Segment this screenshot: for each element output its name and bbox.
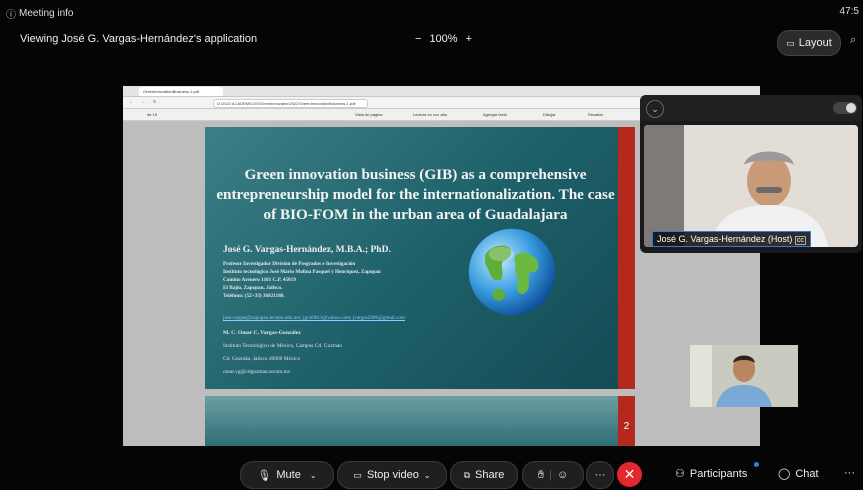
- coauthor-name: M. C. Omar C. Vargas-González: [223, 330, 301, 336]
- video-panel: ⌄ José G. Vargas-Hernández (Host) cc: [640, 95, 862, 253]
- author-name: José G. Vargas-Hernández, M.B.A.; PhD.: [223, 245, 391, 255]
- layout-icon: ▭: [786, 37, 795, 48]
- more-icon: ···: [594, 469, 606, 481]
- globe-image: [468, 228, 556, 316]
- participants-label: Participants: [689, 467, 748, 480]
- zoom-controls: − 100% +: [415, 33, 472, 45]
- participant-video-tile[interactable]: [690, 345, 798, 407]
- host-name-tag: José G. Vargas-Hernández (Host) cc: [652, 231, 811, 247]
- viewing-label: Viewing José G. Vargas-Hernández's appli…: [20, 33, 258, 45]
- layout-label: Layout: [798, 37, 832, 49]
- mute-button[interactable]: 🎙︎ Mute ⌄: [240, 461, 334, 489]
- chat-icon: ◯: [778, 468, 791, 480]
- coauthor-info-line: Instituto Tecnológico de México, Campus …: [223, 343, 342, 349]
- host-video-tile[interactable]: José G. Vargas-Hernández (Host) cc: [644, 125, 858, 247]
- panel-toggle[interactable]: [833, 102, 857, 114]
- stop-video-button[interactable]: ▭ Stop video ⌄: [337, 461, 447, 489]
- author-info-line: Instituto tecnológico José Mario Molina …: [223, 269, 381, 275]
- notification-dot: [754, 462, 759, 467]
- page-indicator: de 15: [147, 112, 158, 117]
- toolbar-item[interactable]: Lectura en voz alta: [413, 112, 447, 117]
- author-info-line: El Bajío, Zapopan, Jalisco.: [223, 285, 283, 291]
- participant-person-image: [690, 345, 798, 407]
- chevron-down-icon: ⌄: [423, 470, 431, 480]
- author-info-line: Profesor Investigador División de Posgra…: [223, 261, 356, 267]
- author-info-line: Teléfono: (52+33) 36821180.: [223, 293, 285, 299]
- coauthor-info-line: omar.vg@cdguzman.tecnm.mx: [223, 369, 291, 375]
- overflow-icon: ···: [844, 467, 855, 479]
- share-button[interactable]: ⧉ Share: [450, 461, 518, 489]
- meeting-timer: 47:5: [839, 6, 859, 17]
- more-options-button[interactable]: ···: [586, 461, 614, 489]
- slide-accent-strip: [618, 127, 635, 389]
- share-label: Share: [475, 469, 505, 481]
- leave-meeting-button[interactable]: ✕: [617, 462, 642, 487]
- host-person-image: [644, 125, 858, 247]
- meeting-info-button[interactable]: ⓘ Meeting info: [6, 6, 73, 21]
- reactions-icon[interactable]: ☺: [557, 469, 568, 481]
- slide-title: Green innovation business (GIB) as a com…: [216, 166, 615, 223]
- participants-button[interactable]: ⚇ Participants: [675, 467, 748, 481]
- zoom-in-button[interactable]: +: [466, 33, 472, 45]
- email-links[interactable]: jose.vargas@zapopan.tecmm.edu.mx; jgvh08…: [223, 315, 405, 321]
- search-icon[interactable]: ⌕: [850, 34, 856, 47]
- meeting-info-label: Meeting info: [19, 8, 74, 19]
- microphone-icon: 🎙︎: [257, 469, 272, 482]
- toolbar-item[interactable]: Vista de página: [355, 112, 383, 117]
- toolbar-item[interactable]: Resaltar: [588, 112, 603, 117]
- video-panel-header: ⌄: [640, 95, 862, 121]
- overflow-menu-button[interactable]: ···: [844, 467, 855, 479]
- address-field[interactable]: D:/2022 ACADEMICOS/GreenInnovation2022/G…: [213, 99, 368, 108]
- slide-page-2: [205, 396, 618, 446]
- toolbar-item[interactable]: Dibujar: [543, 112, 556, 117]
- participants-icon: ⚇: [675, 468, 685, 480]
- slide-page-number: 2: [623, 421, 630, 432]
- chat-label: Chat: [795, 467, 819, 480]
- coauthor-info-line: Cd. Guzmán, Jalisco 49000 México: [223, 356, 301, 362]
- layout-button[interactable]: ▭ Layout: [777, 30, 841, 56]
- stop-video-label: Stop video: [366, 469, 419, 481]
- browser-tab[interactable]: GreenInnovationBusiness-1.pdf: [139, 87, 223, 96]
- caption-icon: cc: [794, 236, 806, 245]
- close-icon: ✕: [623, 466, 636, 482]
- share-icon: ⧉: [463, 469, 471, 480]
- zoom-level: 100%: [429, 33, 458, 45]
- mute-label: Mute: [276, 469, 301, 481]
- back-icon[interactable]: ←: [129, 99, 133, 104]
- collapse-icon[interactable]: ⌄: [646, 100, 664, 118]
- reload-icon[interactable]: ↻: [153, 99, 156, 104]
- chevron-down-icon: ⌄: [309, 470, 317, 480]
- video-camera-icon: ▭: [353, 469, 362, 480]
- meeting-controls-bar: 🎙︎ Mute ⌄ ▭ Stop video ⌄ ⧉ Share ✋︎ | ☺ …: [0, 455, 863, 490]
- host-name-label: José G. Vargas-Hernández (Host): [657, 234, 793, 244]
- raise-hand-icon[interactable]: ✋︎: [538, 469, 544, 482]
- slide-page-1: Green innovation business (GIB) as a com…: [205, 127, 618, 389]
- reactions-group: ✋︎ | ☺: [522, 461, 584, 489]
- info-icon: ⓘ: [6, 10, 16, 21]
- toolbar-item[interactable]: Agregar texto: [483, 112, 507, 117]
- chat-button[interactable]: ◯ Chat: [778, 467, 819, 481]
- forward-icon[interactable]: →: [141, 99, 145, 104]
- zoom-out-button[interactable]: −: [415, 33, 421, 45]
- author-info-line: Camino Arenero 1101 C.P. 45019: [223, 277, 296, 283]
